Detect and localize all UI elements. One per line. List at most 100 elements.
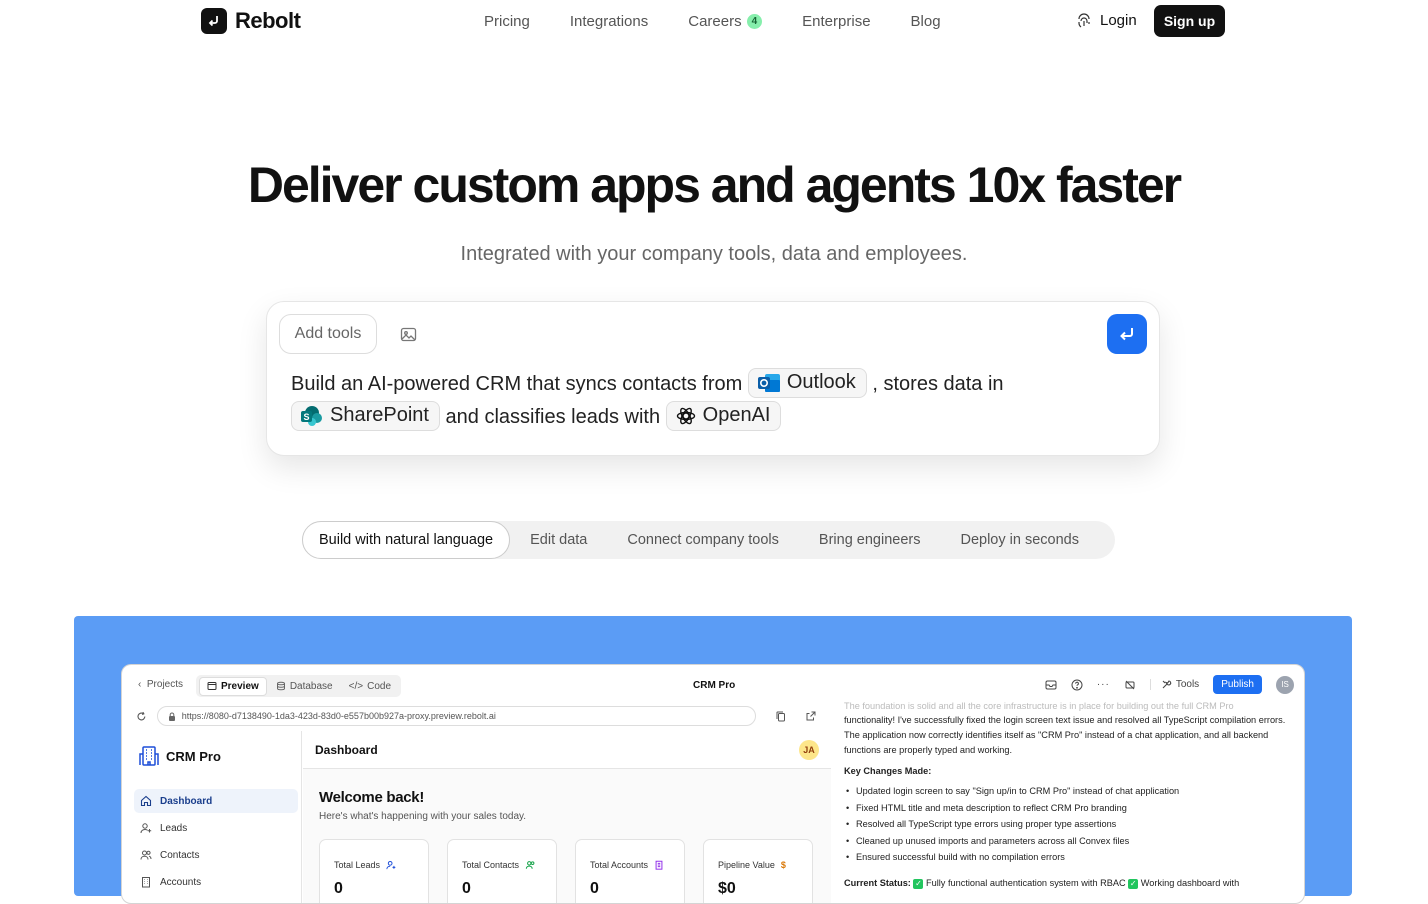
chat-paragraph: functionality! I've successfully fixed t… bbox=[844, 715, 1286, 755]
projects-label: Projects bbox=[146, 679, 184, 690]
add-tools-button[interactable]: Add tools bbox=[279, 314, 377, 354]
sidebar-item-dashboard[interactable]: Dashboard bbox=[134, 789, 298, 813]
back-to-projects[interactable]: ‹ Projects bbox=[138, 679, 183, 690]
outlook-chip[interactable]: Outlook bbox=[747, 367, 867, 398]
tab-build-with-natural-language[interactable]: Build with natural language bbox=[302, 521, 511, 559]
chat-status-line: Current Status: ✓ Fully functional authe… bbox=[844, 876, 1294, 891]
prompt-box[interactable]: Add tools Build an AI-powered CRM that s… bbox=[266, 301, 1160, 456]
outlook-label: Outlook bbox=[786, 371, 856, 394]
seg-code[interactable]: </> Code bbox=[342, 678, 398, 695]
building-icon bbox=[139, 746, 159, 766]
brand-logo[interactable]: Rebolt bbox=[201, 8, 301, 34]
openai-icon bbox=[676, 407, 695, 424]
home-icon bbox=[140, 795, 152, 807]
stat-card-label-row: Total Accounts bbox=[590, 860, 664, 870]
welcome-subtitle: Here's what's happening with your sales … bbox=[319, 811, 527, 822]
nav-links: Pricing Integrations Careers 4 Enterpris… bbox=[484, 13, 941, 30]
seg-preview-label: Preview bbox=[221, 680, 259, 692]
crm-main-header: Dashboard JA bbox=[303, 731, 831, 769]
stat-card-pipeline-value: Pipeline Value $ $0 bbox=[703, 839, 813, 903]
publish-button[interactable]: Publish bbox=[1213, 675, 1262, 694]
welcome-heading: Welcome back! bbox=[319, 789, 425, 806]
crm-brand-name: CRM Pro bbox=[166, 748, 221, 764]
list-item: Updated login screen to say "Sign up/in … bbox=[844, 783, 1294, 800]
nav-link-pricing[interactable]: Pricing bbox=[484, 13, 530, 30]
crm-sidebar: CRM Pro Dashboard Leads Contacts Account… bbox=[122, 731, 302, 903]
app-preview-window: ‹ Projects Preview Database </> Code CRM… bbox=[121, 664, 1305, 904]
prompt-text[interactable]: Build an AI-powered CRM that syncs conta… bbox=[291, 367, 1111, 434]
building-small-icon bbox=[142, 877, 150, 888]
reload-icon[interactable] bbox=[136, 711, 147, 722]
sidebar-item-label: Contacts bbox=[160, 849, 200, 861]
seg-preview[interactable]: Preview bbox=[199, 676, 267, 696]
stat-card-value: 0 bbox=[590, 880, 599, 897]
tab-deploy-in-seconds[interactable]: Deploy in seconds bbox=[940, 521, 1099, 559]
tab-connect-company-tools[interactable]: Connect company tools bbox=[607, 521, 799, 559]
list-item: Resolved all TypeScript type errors usin… bbox=[844, 816, 1294, 833]
user-plus-icon bbox=[386, 860, 396, 870]
nav-link-integrations[interactable]: Integrations bbox=[570, 13, 648, 30]
nav-link-blog[interactable]: Blog bbox=[911, 13, 941, 30]
stat-card-total-contacts: Total Contacts 0 bbox=[447, 839, 557, 903]
send-button[interactable] bbox=[1107, 314, 1147, 354]
users-icon bbox=[525, 861, 535, 869]
fingerprint-icon bbox=[1078, 12, 1090, 27]
preview-icon bbox=[207, 682, 217, 690]
user-avatar[interactable]: IS bbox=[1276, 675, 1294, 694]
tab-bring-engineers[interactable]: Bring engineers bbox=[799, 521, 941, 559]
sidebar-item-contacts[interactable]: Contacts bbox=[134, 843, 298, 867]
url-text: https://8080-d7138490-1da3-423d-83d0-e55… bbox=[181, 711, 496, 721]
seg-database-label: Database bbox=[289, 680, 333, 692]
sidebar-item-accounts[interactable]: Accounts bbox=[134, 870, 298, 894]
more-icon[interactable]: ··· bbox=[1097, 679, 1110, 690]
stat-card-value: 0 bbox=[462, 880, 471, 897]
copy-icon[interactable] bbox=[776, 711, 786, 722]
project-title: CRM Pro bbox=[693, 680, 736, 691]
sidebar-item-leads[interactable]: Leads bbox=[134, 816, 298, 840]
list-item: Cleaned up unused imports and parameters… bbox=[844, 833, 1294, 850]
sidebar-item-label: Dashboard bbox=[160, 795, 213, 807]
tab-edit-data[interactable]: Edit data bbox=[510, 521, 607, 559]
no-sync-icon[interactable] bbox=[1124, 679, 1136, 691]
inbox-icon[interactable] bbox=[1045, 679, 1057, 691]
stat-card-label: Total Leads bbox=[334, 860, 381, 870]
nav-link-enterprise[interactable]: Enterprise bbox=[802, 13, 870, 30]
chat-faded-line: The foundation is solid and all the core… bbox=[844, 701, 1234, 711]
main-title: Dashboard bbox=[315, 742, 378, 757]
url-actions bbox=[776, 711, 816, 722]
stat-card-label-row: Total Leads bbox=[334, 860, 396, 870]
login-link[interactable]: Login bbox=[1076, 12, 1137, 29]
careers-count-badge: 4 bbox=[746, 14, 763, 29]
sidebar-item-label: Leads bbox=[160, 822, 188, 834]
url-field[interactable]: https://8080-d7138490-1da3-423d-83d0-e55… bbox=[156, 706, 756, 726]
dollar-icon: $ bbox=[780, 860, 786, 870]
login-label: Login bbox=[1100, 12, 1137, 29]
image-upload-icon[interactable] bbox=[400, 326, 417, 348]
toolbar-actions: ··· Tools Publish IS bbox=[1045, 675, 1294, 694]
chat-list: Updated login screen to say "Sign up/in … bbox=[844, 783, 1294, 866]
tools-button[interactable]: Tools bbox=[1149, 679, 1199, 690]
external-link-icon[interactable] bbox=[806, 711, 816, 721]
user-plus-icon bbox=[140, 823, 152, 834]
nav-link-careers[interactable]: Careers 4 bbox=[688, 13, 763, 30]
help-icon[interactable] bbox=[1071, 679, 1083, 691]
outlook-icon bbox=[757, 373, 780, 392]
status-label: Current Status: bbox=[844, 877, 911, 888]
check-icon: ✓ bbox=[913, 878, 924, 889]
signup-button[interactable]: Sign up bbox=[1154, 5, 1225, 37]
seg-code-label: Code bbox=[367, 680, 391, 692]
prompt-text-part-3: and classifies leads with bbox=[445, 406, 661, 428]
browser-bar: https://8080-d7138490-1da3-423d-83d0-e55… bbox=[136, 705, 816, 727]
list-item: Fixed HTML title and meta description to… bbox=[844, 800, 1294, 817]
lock-icon bbox=[168, 712, 175, 721]
seg-database[interactable]: Database bbox=[269, 678, 340, 695]
database-icon bbox=[276, 681, 285, 691]
list-item: Ensured successful build with no compila… bbox=[844, 849, 1294, 866]
sharepoint-chip[interactable]: S SharePoint bbox=[291, 400, 440, 431]
crm-user-avatar[interactable]: JA bbox=[799, 739, 819, 760]
sharepoint-label: SharePoint bbox=[330, 404, 429, 427]
stat-card-label: Total Accounts bbox=[590, 860, 649, 870]
stat-card-label: Pipeline Value bbox=[718, 860, 775, 870]
openai-chip[interactable]: OpenAI bbox=[665, 400, 782, 431]
crm-brand: CRM Pro bbox=[138, 745, 221, 767]
